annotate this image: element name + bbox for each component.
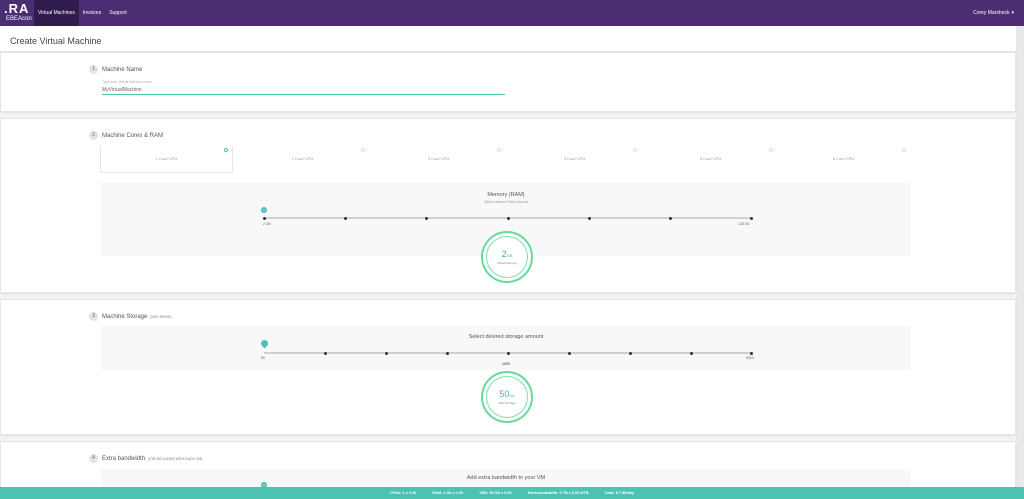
slider-tick (507, 216, 510, 220)
cpu-options: 1 Core CPU 2 Core CPU 3 Core CPU 4 Core … (100, 146, 910, 173)
page-title: Create Virtual Machine (10, 36, 102, 46)
memory-value-circle: 2GB Virtual Memory (481, 231, 533, 283)
storage-title: Select desired storage amount (468, 334, 544, 340)
page-scrollbar[interactable] (1016, 26, 1024, 499)
slider-tick (324, 351, 327, 355)
step-number: 4 (89, 454, 98, 463)
price-summary-bar: CPUs: 1 x 4.00 RAM: 2 Gb x 1.00 SSD: 50 … (0, 487, 1024, 499)
step-header: 3 Machine Storage (SSD DRIVE) (89, 312, 172, 321)
cpu-option-5[interactable]: 5 Core CPU (644, 146, 777, 173)
step-number: 3 (89, 312, 98, 321)
radio-icon (633, 148, 637, 152)
brand-logo[interactable]: .RA EBEAcon (2, 0, 34, 26)
memory-subtitle: Select desired RAM amount (484, 200, 528, 204)
cpu-option-label: 1 Core CPU (155, 156, 178, 161)
slider-max-label: 128 Gb (738, 222, 750, 226)
cpu-option-label: 6 Core CPU (832, 156, 855, 161)
cpu-option-3[interactable]: 3 Core CPU (372, 146, 505, 173)
summary-cpus: CPUs: 1 x 4.00 (390, 491, 417, 495)
cpu-option-2[interactable]: 2 Core CPU (236, 146, 369, 173)
storage-value-circle: 50Gb SSD Storage (481, 371, 533, 423)
radio-selected-icon (224, 148, 228, 152)
step-number: 1 (89, 65, 98, 74)
step-number: 2 (89, 131, 98, 140)
step-title: Machine Name (102, 66, 143, 73)
step-title: Machine Cores & RAM (102, 132, 164, 139)
chevron-down-icon: ▾ (1011, 10, 1014, 16)
memory-slider-thumb[interactable]: 2 (261, 207, 267, 213)
slider-tick (263, 216, 266, 220)
radio-icon (497, 148, 501, 152)
memory-value: 2GB (501, 249, 513, 259)
step-header: 2 Machine Cores & RAM (89, 131, 163, 140)
slider-tick (750, 351, 753, 355)
step-header: 4 Extra bandwidth (2TB INCLUDED WITH EAC… (89, 454, 202, 463)
cpu-option-label: 2 Core CPU (291, 156, 314, 161)
slider-min-label: 2 Gb (263, 222, 271, 226)
slider-max-label: 5000 (746, 356, 754, 360)
slider-tick (344, 216, 347, 220)
input-underline (102, 94, 505, 95)
nav-invoices[interactable]: Invoices (79, 0, 105, 26)
slider-tick (669, 216, 672, 220)
radio-icon (902, 148, 906, 152)
slider-min-label: 50 (261, 356, 265, 360)
slider-tick (629, 351, 632, 355)
user-menu[interactable]: Corey Marsheck ▾ (973, 0, 1014, 26)
cpu-option-4[interactable]: 4 Core CPU (508, 146, 641, 173)
step-subtitle: (SSD DRIVE) (150, 314, 172, 319)
cpu-option-label: 5 Core CPU (699, 156, 722, 161)
storage-caption: SSD Storage (498, 401, 516, 405)
summary-ssd: SSD: 50 Gb x 0.05 (479, 491, 512, 495)
user-name: Corey Marsheck (973, 10, 1010, 16)
slider-tick (446, 351, 449, 355)
slider-tick (425, 216, 428, 220)
machine-name-input[interactable]: MyVirtualMachine (102, 87, 142, 93)
machine-name-label: Type your Virtual Machine name (102, 80, 153, 84)
slider-tick (690, 351, 693, 355)
nav-virtual-machines[interactable]: Virtual Machines (34, 0, 79, 26)
summary-bandwidth: Extra bandwidth: 0 TB x 5.00 $/TB (527, 491, 589, 495)
nav-support[interactable]: Support (105, 0, 131, 26)
cpu-option-label: 3 Core CPU (427, 156, 450, 161)
summary-total: Total: $ 7.50/day (604, 491, 634, 495)
slider-tick (568, 351, 571, 355)
step-subtitle: (2TB INCLUDED WITH EACH VM) (148, 456, 203, 461)
cpu-option-1[interactable]: 1 Core CPU (100, 146, 233, 173)
slider-mid-label: 1000 (502, 362, 510, 366)
radio-icon (361, 148, 365, 152)
cpu-option-label: 4 Core CPU (563, 156, 586, 161)
storage-value: 50Gb (499, 389, 515, 399)
bandwidth-title: Add extra bandwidth to your VM (466, 475, 546, 481)
page-header: Create Virtual Machine (0, 26, 1016, 52)
slider-tick (507, 351, 510, 355)
memory-caption: Virtual Memory (496, 261, 518, 265)
top-navbar: .RA EBEAcon Virtual Machines Invoices Su… (0, 0, 1024, 26)
radio-icon (769, 148, 773, 152)
step-header: 1 Machine Name (89, 65, 142, 74)
step-title: Machine Storage (102, 313, 148, 320)
logo-mark: .RA (4, 1, 30, 16)
logo-text: EBEAcon (6, 16, 32, 22)
slider-tick (385, 351, 388, 355)
slider-tick (588, 216, 591, 220)
machine-name-panel: 1 Machine Name Type your Virtual Machine… (0, 52, 1016, 112)
summary-ram: RAM: 2 Gb x 1.00 (432, 491, 464, 495)
memory-title: Memory (RAM) (487, 192, 525, 198)
cpu-option-6[interactable]: 6 Core CPU (777, 146, 910, 173)
step-title: Extra bandwidth (102, 455, 146, 462)
slider-tick (750, 216, 753, 220)
